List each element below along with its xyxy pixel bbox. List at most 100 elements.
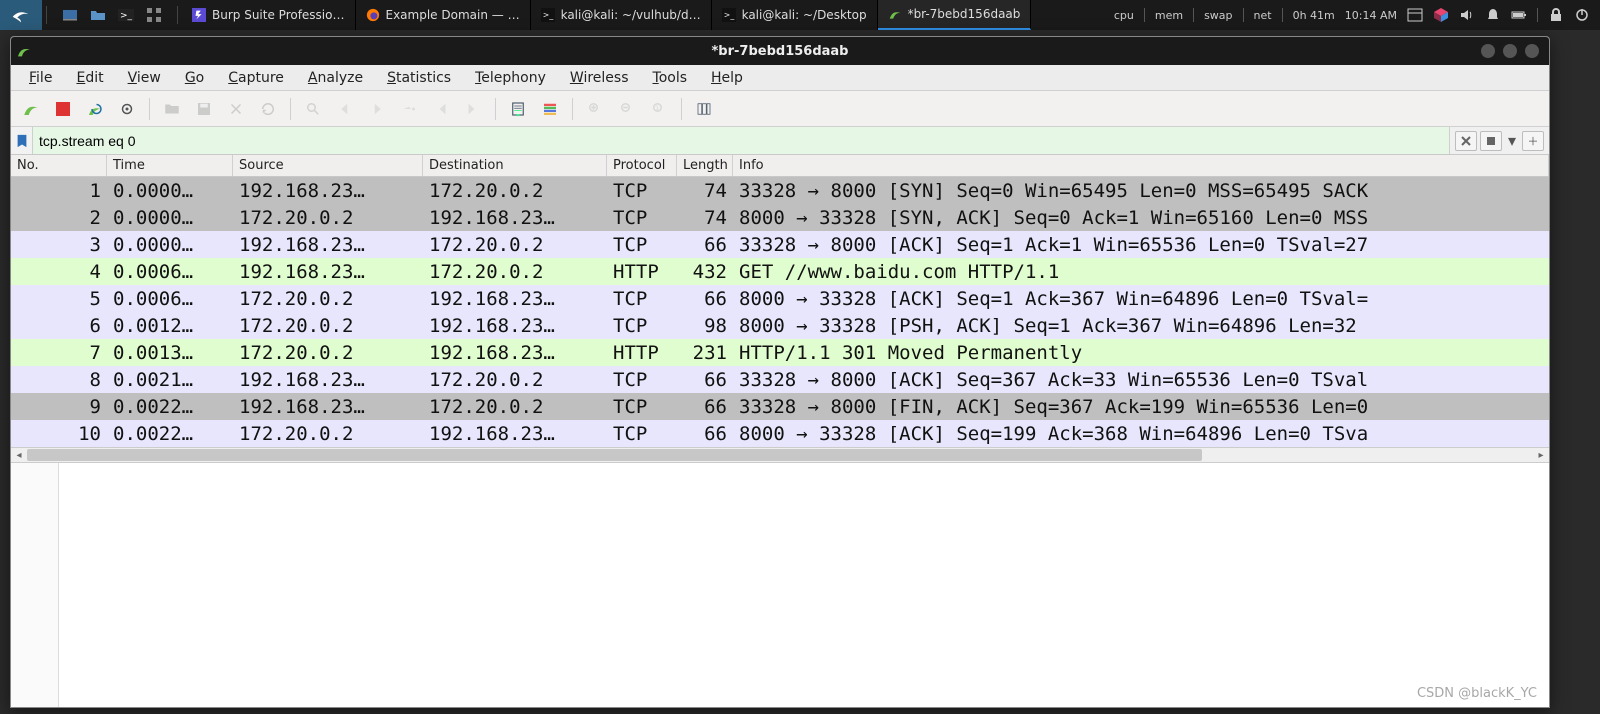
filter-history-dropdown[interactable]: ▾ bbox=[1505, 131, 1519, 151]
zoom-reset-button[interactable]: 1 bbox=[645, 95, 673, 123]
cube-icon[interactable] bbox=[1433, 7, 1449, 23]
column-header-protocol[interactable]: Protocol bbox=[607, 155, 677, 176]
taskbar-task[interactable]: Burp Suite Professio… bbox=[182, 0, 356, 30]
lock-icon[interactable] bbox=[1548, 7, 1564, 23]
packet-row[interactable]: 80.0021…192.168.23…172.20.0.2TCP6633328 … bbox=[11, 366, 1549, 393]
kali-launcher-icon[interactable] bbox=[0, 0, 42, 30]
power-icon[interactable] bbox=[1574, 7, 1590, 23]
cpu-monitor[interactable]: cpu bbox=[1114, 9, 1134, 22]
menu-go[interactable]: Go bbox=[175, 68, 214, 88]
app-launcher-icon[interactable] bbox=[145, 6, 163, 24]
wireshark-icon bbox=[888, 7, 902, 21]
auto-scroll-button[interactable] bbox=[504, 95, 532, 123]
menu-help[interactable]: Help bbox=[701, 68, 753, 88]
column-header-destination[interactable]: Destination bbox=[423, 155, 607, 176]
notifications-icon[interactable] bbox=[1485, 7, 1501, 23]
window-maximize-button[interactable] bbox=[1503, 44, 1517, 58]
go-forward-button[interactable] bbox=[363, 95, 391, 123]
menu-analyze[interactable]: Analyze bbox=[298, 68, 373, 88]
find-packet-button[interactable] bbox=[299, 95, 327, 123]
packet-row[interactable]: 90.0022…192.168.23…172.20.0.2TCP6633328 … bbox=[11, 393, 1549, 420]
swap-monitor[interactable]: swap bbox=[1204, 9, 1232, 22]
reload-button[interactable] bbox=[254, 95, 282, 123]
clock-label[interactable]: 10:14 AM bbox=[1345, 9, 1397, 22]
battery-icon[interactable] bbox=[1511, 7, 1527, 23]
menu-telephony[interactable]: Telephony bbox=[465, 68, 556, 88]
volume-icon[interactable] bbox=[1459, 7, 1475, 23]
packet-row[interactable]: 50.0006…172.20.0.2192.168.23…TCP668000 →… bbox=[11, 285, 1549, 312]
scroll-thumb[interactable] bbox=[27, 449, 1202, 461]
capture-options-button[interactable] bbox=[113, 95, 141, 123]
packet-details-pane[interactable] bbox=[11, 463, 1549, 707]
taskbar-task[interactable]: *br-7bebd156daab bbox=[878, 0, 1032, 30]
cell-info: 33328 → 8000 [ACK] Seq=367 Ack=33 Win=65… bbox=[733, 366, 1549, 393]
scroll-left-arrow-icon[interactable]: ◂ bbox=[11, 448, 27, 462]
go-back-button[interactable] bbox=[331, 95, 359, 123]
cell-no: 8 bbox=[11, 366, 107, 393]
net-monitor[interactable]: net bbox=[1254, 9, 1272, 22]
packet-row[interactable]: 40.0006…192.168.23…172.20.0.2HTTP432GET … bbox=[11, 258, 1549, 285]
cell-no: 5 bbox=[11, 285, 107, 312]
window-minimize-button[interactable] bbox=[1481, 44, 1495, 58]
go-to-packet-button[interactable] bbox=[395, 95, 423, 123]
go-first-button[interactable] bbox=[427, 95, 455, 123]
menu-statistics[interactable]: Statistics bbox=[377, 68, 461, 88]
cell-proto: TCP bbox=[607, 420, 677, 447]
taskbar-task[interactable]: Example Domain — … bbox=[356, 0, 531, 30]
packet-row[interactable]: 100.0022…172.20.0.2192.168.23…TCP668000 … bbox=[11, 420, 1549, 447]
filter-add-button[interactable]: ＋ bbox=[1522, 131, 1544, 151]
window-titlebar[interactable]: *br-7bebd156daab bbox=[11, 37, 1549, 65]
cell-len: 98 bbox=[677, 312, 733, 339]
packet-row[interactable]: 60.0012…172.20.0.2192.168.23…TCP988000 →… bbox=[11, 312, 1549, 339]
cell-len: 66 bbox=[677, 231, 733, 258]
packet-row[interactable]: 30.0000…192.168.23…172.20.0.2TCP6633328 … bbox=[11, 231, 1549, 258]
packet-row[interactable]: 20.0000…172.20.0.2192.168.23…TCP748000 →… bbox=[11, 204, 1549, 231]
cell-info: HTTP/1.1 301 Moved Permanently bbox=[733, 339, 1549, 366]
file-manager-icon[interactable] bbox=[89, 6, 107, 24]
terminal-quick-icon[interactable]: >_ bbox=[117, 6, 135, 24]
task-label: kali@kali: ~/Desktop bbox=[742, 8, 867, 22]
taskbar-task[interactable]: >_kali@kali: ~/Desktop bbox=[712, 0, 878, 30]
save-file-button[interactable] bbox=[190, 95, 218, 123]
column-header-no[interactable]: No. bbox=[11, 155, 107, 176]
zoom-out-button[interactable] bbox=[613, 95, 641, 123]
menu-file[interactable]: File bbox=[19, 68, 62, 88]
mem-monitor[interactable]: mem bbox=[1155, 9, 1183, 22]
packet-row[interactable]: 70.0013…172.20.0.2192.168.23…HTTP231HTTP… bbox=[11, 339, 1549, 366]
stop-capture-button[interactable] bbox=[49, 95, 77, 123]
cell-time: 0.0012… bbox=[107, 312, 233, 339]
scroll-right-arrow-icon[interactable]: ▸ bbox=[1533, 448, 1549, 462]
show-desktop-icon[interactable] bbox=[61, 6, 79, 24]
filter-apply-button[interactable] bbox=[1480, 131, 1502, 151]
menu-capture[interactable]: Capture bbox=[218, 68, 294, 88]
colorize-button[interactable] bbox=[536, 95, 564, 123]
display-filter-input[interactable] bbox=[33, 127, 1449, 154]
filter-bookmark-icon[interactable] bbox=[11, 127, 33, 154]
packet-row[interactable]: 10.0000…192.168.23…172.20.0.2TCP7433328 … bbox=[11, 177, 1549, 204]
task-label: kali@kali: ~/vulhub/d… bbox=[561, 8, 701, 22]
column-header-source[interactable]: Source bbox=[233, 155, 423, 176]
menu-view[interactable]: View bbox=[118, 68, 171, 88]
packet-list-header[interactable]: No. Time Source Destination Protocol Len… bbox=[11, 155, 1549, 177]
column-header-time[interactable]: Time bbox=[107, 155, 233, 176]
filter-clear-button[interactable] bbox=[1455, 131, 1477, 151]
taskbar-task[interactable]: >_kali@kali: ~/vulhub/d… bbox=[531, 0, 712, 30]
menu-tools[interactable]: Tools bbox=[643, 68, 698, 88]
menu-wireless[interactable]: Wireless bbox=[560, 68, 639, 88]
packet-list-pane: No. Time Source Destination Protocol Len… bbox=[11, 155, 1549, 463]
start-capture-button[interactable] bbox=[17, 95, 45, 123]
cell-info: GET //www.baidu.com HTTP/1.1 bbox=[733, 258, 1549, 285]
window-close-button[interactable] bbox=[1525, 44, 1539, 58]
menu-edit[interactable]: Edit bbox=[66, 68, 113, 88]
horizontal-scrollbar[interactable]: ◂ ▸ bbox=[11, 447, 1549, 463]
zoom-in-button[interactable] bbox=[581, 95, 609, 123]
close-file-button[interactable] bbox=[222, 95, 250, 123]
resize-columns-button[interactable] bbox=[690, 95, 718, 123]
go-last-button[interactable] bbox=[459, 95, 487, 123]
column-header-length[interactable]: Length bbox=[677, 155, 733, 176]
open-file-button[interactable] bbox=[158, 95, 186, 123]
column-header-info[interactable]: Info bbox=[733, 155, 1549, 176]
task-label: Example Domain — … bbox=[386, 8, 520, 22]
restart-capture-button[interactable] bbox=[81, 95, 109, 123]
calendar-icon[interactable] bbox=[1407, 7, 1423, 23]
